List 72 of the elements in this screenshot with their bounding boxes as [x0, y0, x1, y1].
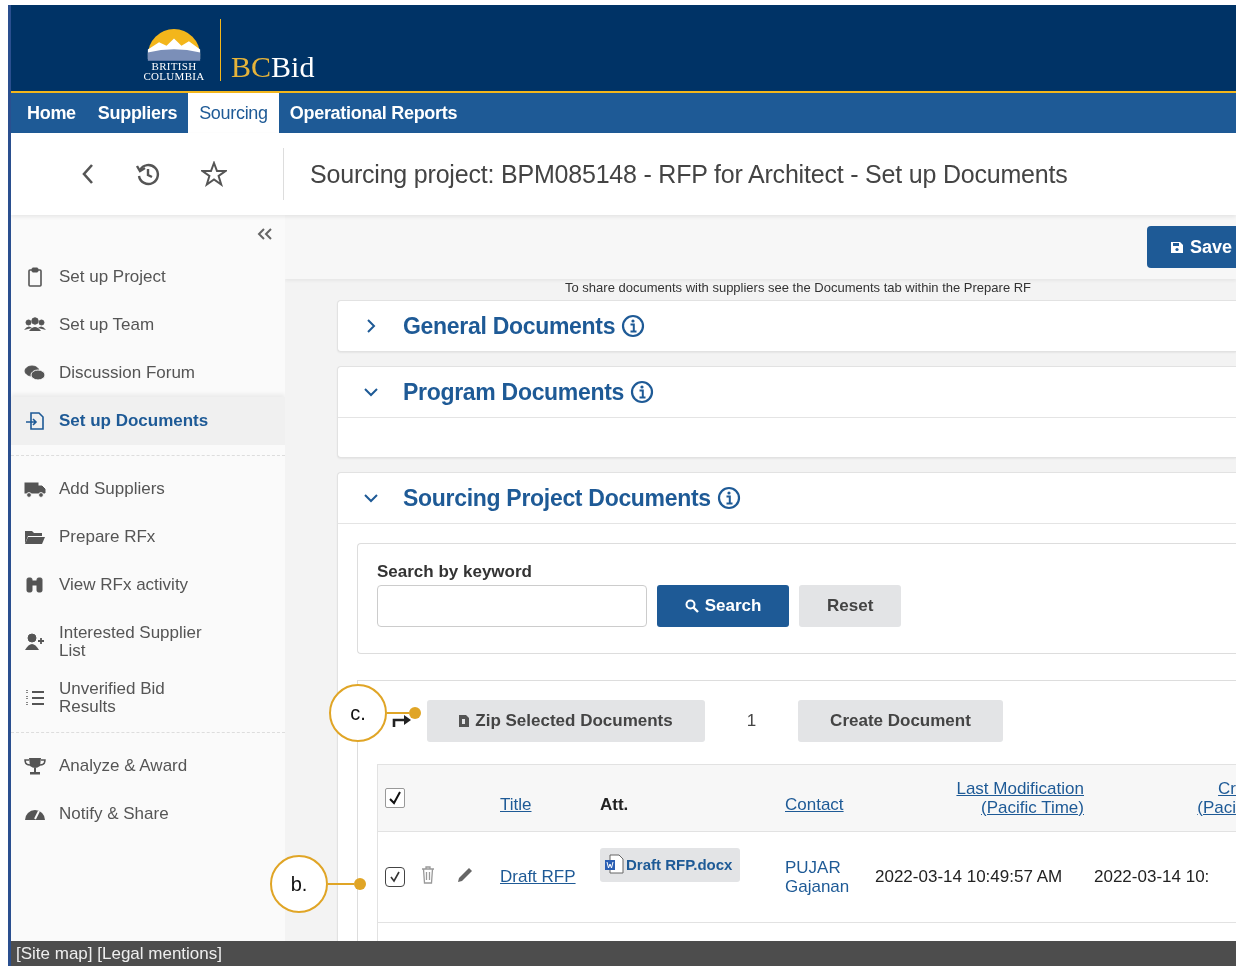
sidebar-item[interactable]: View RFx activity [11, 561, 285, 609]
column-header: Att. [600, 795, 629, 814]
sidebar-item[interactable]: Notify & Share [11, 790, 285, 838]
create-document-button[interactable]: Create Document [798, 700, 1003, 742]
save-button[interactable]: Save [1146, 226, 1236, 268]
sidebar-item[interactable]: Unverified Bid Results [11, 674, 285, 722]
chevron-down-icon [363, 387, 379, 397]
zip-documents-button[interactable]: Zip Selected Documents [427, 700, 705, 742]
sidebar-icon [24, 756, 46, 776]
column-sort-link[interactable]: Last Modification (Pacific Time) [956, 778, 1084, 817]
leader-line [328, 878, 366, 890]
info-icon[interactable] [630, 380, 655, 404]
sidebar-item[interactable]: Add Suppliers [11, 465, 285, 513]
nav-tab[interactable]: Suppliers [86, 93, 189, 133]
contact-name: PUJAR Gajanan [785, 857, 851, 896]
check-icon [388, 791, 402, 805]
sidebar-item[interactable]: Set up Project [11, 253, 285, 301]
share-arrow-icon[interactable] [392, 714, 412, 728]
footer-links[interactable]: [Site map] [Legal mentions] [11, 941, 1236, 966]
sidebar-icon [24, 688, 46, 708]
page-title: Sourcing project: BPM085148 - RFP for Architect - Set up Documents [309, 159, 1068, 189]
row-checkbox[interactable] [385, 867, 405, 887]
info-icon[interactable] [716, 486, 741, 510]
back-icon[interactable] [81, 163, 95, 185]
leader-line [387, 707, 421, 719]
logo-text: COLUMBIA [143, 71, 205, 81]
column-sort-link[interactable]: Title [500, 795, 532, 814]
word-file-icon [604, 854, 624, 874]
column-sort-link[interactable]: Contact [785, 795, 844, 814]
sidebar-item[interactable]: Prepare RFx [11, 513, 285, 561]
pencil-icon[interactable] [456, 865, 474, 884]
sidebar-item[interactable]: Set up Team [11, 301, 285, 349]
sidebar-icon [24, 411, 46, 431]
selected-count: 1 [745, 711, 758, 731]
nav-tab[interactable]: Sourcing [188, 93, 279, 133]
sunrise-mountain-icon [146, 27, 202, 61]
keyword-input[interactable] [377, 585, 647, 627]
nav-tab[interactable]: Operational Reports [278, 93, 469, 133]
table-cell-text: 2022-03-14 10: [1094, 867, 1211, 887]
search-label: Search by keyword [377, 562, 533, 582]
check-icon [388, 870, 402, 884]
sidebar-icon [24, 363, 46, 383]
search-icon [684, 599, 699, 613]
attachment-chip[interactable]: Draft RFP.docx [600, 848, 741, 882]
info-icon[interactable] [621, 314, 646, 338]
table-cell-text: 2022-03-14 10:49:57 AM [874, 867, 1064, 887]
section-header[interactable]: General Documents [338, 301, 1236, 351]
trash-icon[interactable] [421, 865, 435, 884]
sidebar-item[interactable]: Set up Documents [11, 397, 285, 445]
notice-text: To share documents with suppliers see the Documents tab within the Prepare RF [564, 281, 1033, 295]
save-icon [1170, 241, 1183, 253]
sidebar-item[interactable]: Analyze & Award [11, 742, 285, 790]
sidebar-item[interactable]: Interested Supplier List [11, 609, 285, 674]
section-header[interactable]: Program Documents [338, 367, 1236, 418]
nav-tab[interactable]: Home [16, 93, 87, 133]
select-all-checkbox[interactable] [385, 788, 405, 808]
sidebar-item[interactable]: Discussion Forum [11, 349, 285, 397]
document-title-link[interactable]: Draft RFP [500, 867, 576, 886]
star-icon[interactable] [201, 161, 227, 187]
section-header[interactable]: Sourcing Project Documents [338, 473, 1236, 524]
file-icon [459, 715, 470, 727]
logo-text: BRITISH [151, 61, 197, 71]
chevron-down-icon [363, 493, 379, 503]
sidebar-icon [24, 631, 46, 652]
reset-button[interactable]: Reset [799, 585, 902, 627]
sidebar-icon [24, 479, 46, 499]
search-button[interactable]: Search [657, 585, 789, 627]
sidebar-icon [24, 575, 46, 595]
collapse-icon[interactable] [257, 228, 273, 240]
history-icon[interactable] [135, 161, 161, 187]
brand-logo: BCBid [231, 53, 315, 81]
column-sort-link[interactable]: Cr (Paci [1197, 778, 1236, 817]
